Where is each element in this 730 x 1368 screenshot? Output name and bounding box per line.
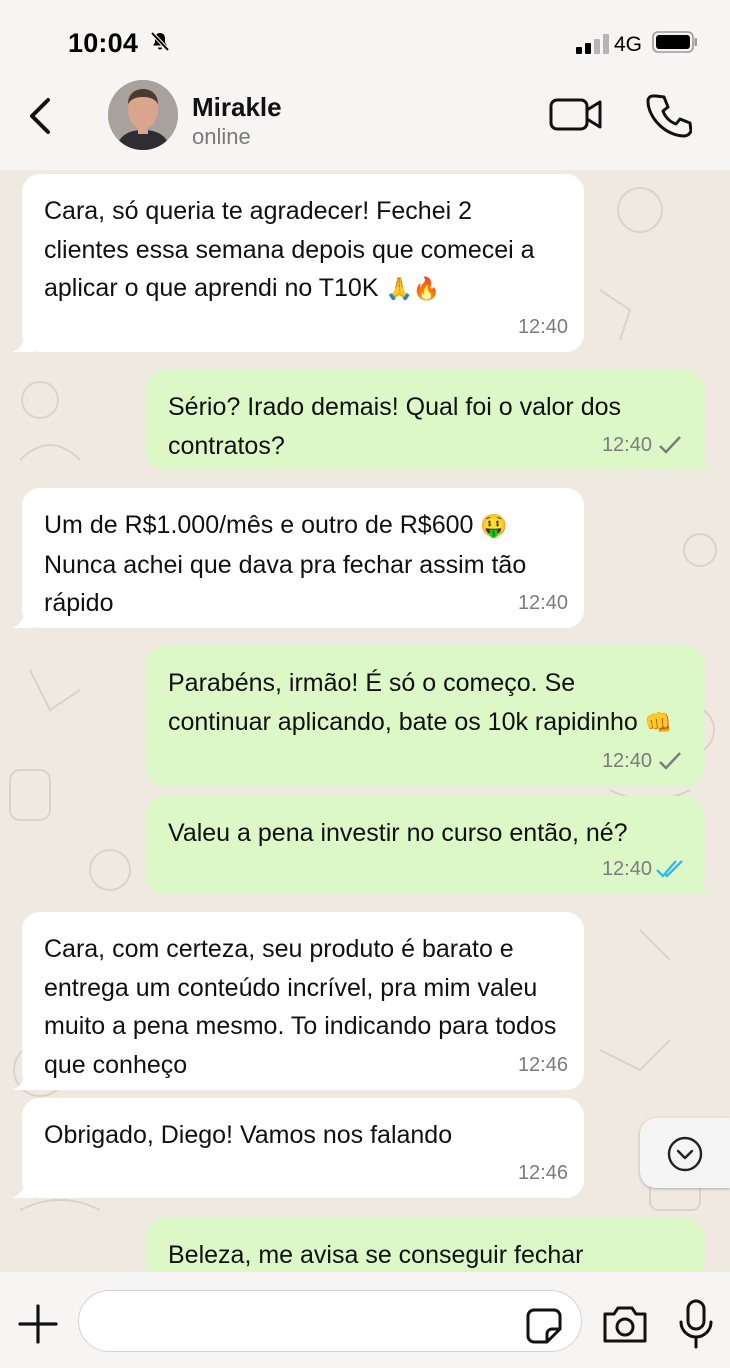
sticker-icon[interactable] <box>524 1306 564 1346</box>
message-meta: 12:40 <box>602 426 684 465</box>
network-label: 4G <box>614 33 643 56</box>
plus-icon[interactable] <box>18 1304 58 1344</box>
bubble-tail <box>692 876 716 894</box>
double-check-read-icon <box>656 859 683 878</box>
message-bubble-incoming[interactable]: Obrigado, Diego! Vamos nos falando 12:46 <box>12 1098 584 1198</box>
contact-name[interactable]: Mirakle <box>192 92 282 123</box>
contact-status: online <box>192 124 251 149</box>
status-time: 10:04 <box>68 28 139 58</box>
message-bubble-outgoing[interactable]: Valeu a pena investir no curso então, né… <box>146 796 716 894</box>
status-bar: 10:04 4G <box>0 0 730 78</box>
message-emoji: 👊 <box>644 709 673 735</box>
chevron-down-circle-icon <box>667 1136 703 1172</box>
message-meta: 12:40 <box>602 850 684 889</box>
scroll-to-bottom-button[interactable] <box>640 1118 730 1188</box>
message-emoji: 🙏🔥 <box>385 276 441 301</box>
message-text: Cara, só queria te agradecer! Fechei 2 c… <box>44 197 535 302</box>
bubble-tail <box>12 1180 34 1198</box>
message-bubble-incoming[interactable]: Cara, só queria te agradecer! Fechei 2 c… <box>12 174 584 352</box>
chevron-left-icon[interactable] <box>24 94 60 138</box>
chat-area[interactable]: Cara, só queria te agradecer! Fechei 2 c… <box>0 170 730 1272</box>
signal-icon <box>576 34 609 54</box>
message-text: Beleza, me avisa se conseguir fechar <box>168 1241 584 1269</box>
bubble-tail <box>12 610 34 628</box>
message-bubble-incoming[interactable]: Cara, com certeza, seu produto é barato … <box>12 912 584 1090</box>
message-meta: 12:46 <box>518 1154 568 1193</box>
message-text: Parabéns, irmão! É só o começo. Se conti… <box>168 669 673 736</box>
message-bubble-outgoing[interactable]: Sério? Irado demais! Qual foi o valor do… <box>146 370 716 470</box>
message-time: 12:46 <box>517 1053 568 1076</box>
message-time: 12:40 <box>517 591 568 614</box>
avatar[interactable] <box>108 80 178 150</box>
message-time: 12:40 <box>601 433 652 456</box>
single-check-icon <box>659 435 681 454</box>
bell-slash-icon <box>150 31 170 52</box>
message-bubble-incoming[interactable]: Um de R$1.000/mês e outro de R$600 🤑 Nun… <box>12 488 584 628</box>
message-input[interactable] <box>78 1290 582 1352</box>
message-meta: 12:46 <box>518 1046 568 1085</box>
message-time: 12:40 <box>517 315 568 338</box>
composer-bar <box>0 1272 730 1368</box>
message-bubble-outgoing[interactable]: Parabéns, irmão! É só o começo. Se conti… <box>146 646 704 786</box>
phone-icon[interactable] <box>646 92 692 138</box>
message-text: Um de R$1.000/mês e outro de R$600 🤑 Nun… <box>44 511 527 618</box>
bubble-tail <box>12 1072 34 1090</box>
message-time: 12:46 <box>517 1161 568 1184</box>
message-meta: 12:40 <box>518 308 568 347</box>
microphone-icon[interactable] <box>676 1298 716 1350</box>
bubble-tail <box>12 334 34 352</box>
single-check-icon <box>659 751 681 770</box>
message-bubble-outgoing[interactable]: Beleza, me avisa se conseguir fechar <box>146 1218 704 1272</box>
message-emoji: 🤑 <box>480 513 508 538</box>
battery-icon <box>652 31 697 53</box>
chat-header: Mirakle online <box>0 78 730 170</box>
message-text: Valeu a pena investir no curso então, né… <box>168 819 628 847</box>
camera-icon[interactable] <box>600 1302 650 1346</box>
video-camera-icon[interactable] <box>548 94 604 134</box>
message-text: Obrigado, Diego! Vamos nos falando <box>44 1121 453 1149</box>
message-text-line2: Nunca achei que dava pra fechar assim tã… <box>44 550 527 618</box>
message-time: 12:40 <box>601 749 652 772</box>
message-meta: 12:40 <box>518 584 568 623</box>
message-time: 12:40 <box>601 857 652 880</box>
bubble-tail <box>692 452 716 470</box>
avatar-portrait <box>108 80 178 150</box>
message-text: Cara, com certeza, seu produto é barato … <box>44 935 557 1079</box>
message-meta: 12:40 <box>602 742 684 781</box>
